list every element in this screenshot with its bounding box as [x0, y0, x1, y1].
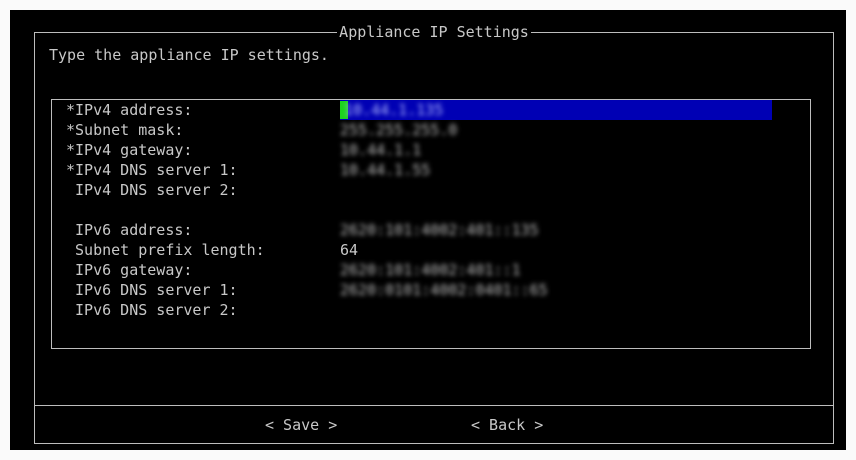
field-ipv4-dns-2[interactable]: IPv4 DNS server 2:: [66, 180, 806, 200]
field-label: IPv6 DNS server 2:: [66, 301, 238, 319]
ip-settings-form: *IPv4 address: 10.44.1.135 *Subnet mask:…: [51, 99, 811, 349]
field-ipv6-dns-1[interactable]: IPv6 DNS server 1: 2620:0101:4002:0401::…: [66, 280, 806, 300]
field-label: *Subnet mask:: [66, 121, 184, 139]
field-ipv6-dns-2[interactable]: IPv6 DNS server 2:: [66, 300, 806, 320]
field-value[interactable]: 10.44.1.1: [340, 140, 421, 160]
field-ipv4-gateway[interactable]: *IPv4 gateway: 10.44.1.1: [66, 140, 806, 160]
save-button[interactable]: < Save >: [265, 415, 337, 435]
field-value[interactable]: 64: [340, 240, 358, 260]
button-separator: [35, 405, 833, 406]
field-value[interactable]: 2620:101:4002:401::135: [340, 220, 539, 240]
field-label: *IPv4 DNS server 1:: [66, 161, 238, 179]
field-label: IPv6 address:: [66, 221, 193, 239]
field-label: *IPv4 address:: [66, 101, 193, 119]
field-value[interactable]: 2620:101:4002:401::1: [340, 260, 521, 280]
instruction-text: Type the appliance IP settings.: [49, 46, 329, 64]
field-label: IPv4 DNS server 2:: [66, 181, 238, 199]
field-value[interactable]: 2620:0101:4002:0401::65: [340, 280, 548, 300]
field-value: 10.44.1.135: [344, 101, 444, 119]
field-label: *IPv4 gateway:: [66, 141, 193, 159]
field-ipv4-dns-1[interactable]: *IPv4 DNS server 1: 10.44.1.55: [66, 160, 806, 180]
dialog-title: Appliance IP Settings: [337, 23, 531, 41]
field-subnet-prefix-length[interactable]: Subnet prefix length: 64: [66, 240, 806, 260]
field-value[interactable]: 10.44.1.55: [340, 160, 430, 180]
field-subnet-mask[interactable]: *Subnet mask: 255.255.255.0: [66, 120, 806, 140]
field-label: IPv6 gateway:: [66, 261, 193, 279]
field-ipv6-address[interactable]: IPv6 address: 2620:101:4002:401::135: [66, 220, 806, 240]
field-value[interactable]: 255.255.255.0: [340, 120, 457, 140]
field-ipv4-address[interactable]: *IPv4 address: 10.44.1.135: [66, 100, 806, 120]
dialog-frame: Appliance IP Settings Type the appliance…: [34, 23, 834, 444]
field-label: Subnet prefix length:: [66, 241, 265, 259]
field-ipv6-gateway[interactable]: IPv6 gateway: 2620:101:4002:401::1: [66, 260, 806, 280]
back-button[interactable]: < Back >: [471, 415, 543, 435]
field-label: IPv6 DNS server 1:: [66, 281, 238, 299]
terminal-screen: Appliance IP Settings Type the appliance…: [10, 10, 846, 450]
dialog-title-bar: Appliance IP Settings: [35, 22, 833, 42]
ipv4-address-input[interactable]: 10.44.1.135: [340, 100, 772, 120]
